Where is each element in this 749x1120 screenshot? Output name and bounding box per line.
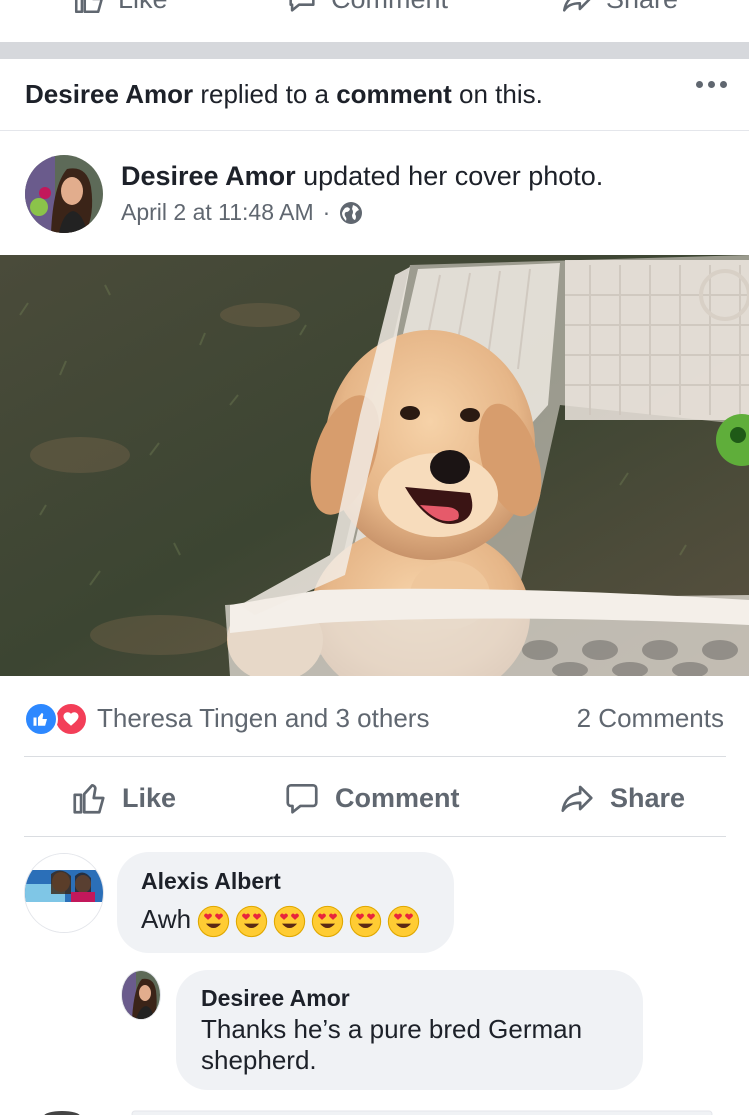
comment-bubble: Alexis Albert Awh [117,852,454,953]
reactions-summary[interactable]: Theresa Tingen and 3 others 2 Comments [0,676,749,756]
heart-eyes-emoji [197,905,230,937]
reply-line-2: shepherd. [201,1045,317,1075]
reaction-icons [24,702,88,736]
reactors-text[interactable]: Theresa Tingen and 3 others [97,703,429,734]
comments-count[interactable]: 2 Comments [577,703,724,734]
comment-button[interactable]: Comment [283,779,460,817]
speech-bubble-icon [289,0,315,12]
heart-eyes-emoji [349,905,382,937]
like-button[interactable]: Like [70,779,176,817]
prev-share-button[interactable]: Share [560,0,678,16]
more-dot-icon [708,81,715,88]
previous-post-action-bar: Like Comment Share [0,0,749,42]
more-dot-icon [720,81,727,88]
reply-avatar[interactable] [121,970,161,1020]
reply-author-link[interactable]: Desiree Amor [201,985,350,1012]
post-timestamp[interactable]: April 2 at 11:48 AM [121,199,314,226]
comment-author-link[interactable]: Alexis Albert [141,868,281,895]
reply-text: Thanks he’s a pure bred German shepherd. [201,1014,582,1076]
author-avatar[interactable] [25,155,103,233]
post-meta: April 2 at 11:48 AM · [121,199,363,226]
post-action-bar: Like Comment Share [0,757,749,836]
more-options-button[interactable] [696,81,727,88]
prev-comment-button[interactable]: Comment [285,0,448,16]
share-button[interactable]: Share [558,779,685,817]
comment-label: Comment [335,782,460,813]
prev-share-label: Share [606,0,678,15]
heart-eyes-emoji [387,905,420,937]
share-label: Share [610,782,686,813]
comment-text: Awh [141,904,420,938]
post-action-text: updated her cover photo. [295,161,604,191]
story-context-header: Desiree Amor replied to a comment on thi… [0,59,749,131]
context-middle: replied to a [193,79,337,109]
post-author-link[interactable]: Desiree Amor [121,161,296,191]
context-object-link[interactable]: comment [336,79,452,109]
prev-like-button[interactable]: Like [72,0,168,16]
heart-eyes-emoji [273,905,306,937]
context-text: Desiree Amor replied to a comment on thi… [25,79,543,110]
speech-bubble-icon [286,783,318,814]
reply-bubble: Desiree Amor Thanks he’s a pure bred Ger… [176,970,643,1090]
prev-like-label: Like [118,0,168,15]
next-comment-peek [0,1102,749,1120]
prev-comment-label: Comment [331,0,448,15]
thumbs-up-icon [74,0,103,14]
heart-eyes-emoji [311,905,344,937]
like-label: Like [122,782,177,813]
meta-separator: · [322,199,331,225]
like-reaction-icon [24,702,58,736]
thumbs-up-icon [73,783,105,814]
puppy-photo[interactable] [0,255,749,676]
emoji-row [197,905,420,938]
reply-line-1: Thanks he’s a pure bred German [201,1014,583,1044]
share-arrow-icon [562,0,591,12]
commenter-avatar[interactable] [24,853,104,933]
love-reaction-icon [54,702,88,736]
context-actor-link[interactable]: Desiree Amor [25,79,193,109]
comment-body: Awh [141,904,192,934]
feed-separator [0,42,749,59]
post-title: Desiree Amor updated her cover photo. [121,161,603,192]
context-suffix: on this. [451,79,543,109]
post-header: Desiree Amor updated her cover photo. Ap… [0,131,749,255]
globe-icon[interactable] [339,201,363,225]
heart-eyes-emoji [235,905,268,937]
divider [24,836,726,837]
share-arrow-icon [561,785,593,813]
more-dot-icon [696,81,703,88]
